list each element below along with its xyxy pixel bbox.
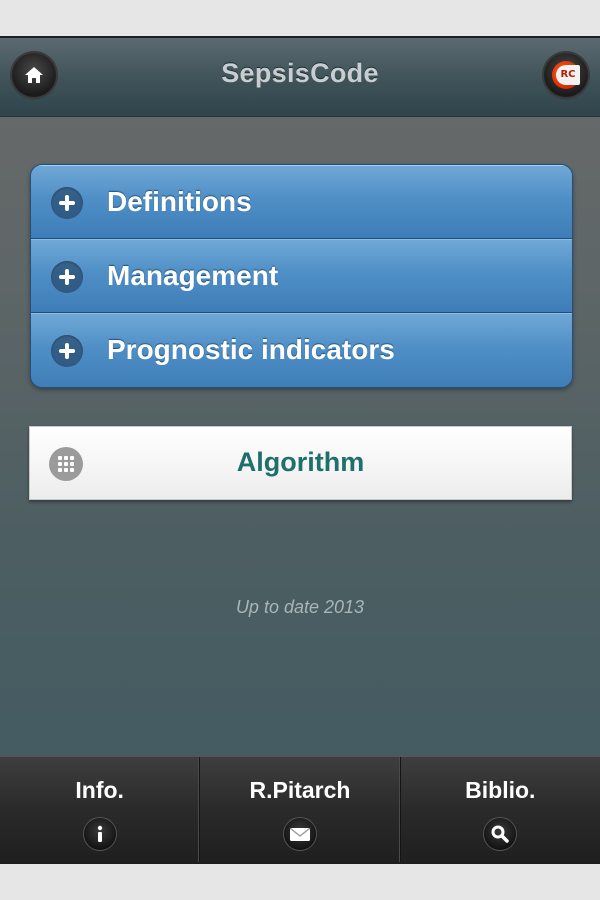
accordion-item-label: Prognostic indicators [107, 334, 395, 365]
topics-accordion: Definitions Management Prognostic indica… [30, 164, 573, 388]
bottom-edge [0, 862, 600, 864]
tab-label: Info. [75, 777, 124, 803]
plus-icon [51, 187, 83, 219]
accordion-item-label: Management [107, 260, 279, 291]
search-icon [484, 818, 517, 850]
tab-biblio[interactable]: Biblio. [401, 757, 600, 862]
accordion-item-management[interactable]: Management [31, 239, 572, 313]
rc-logo-button[interactable]: RC [544, 53, 588, 97]
accordion-item-label: Definitions [107, 186, 252, 217]
algorithm-label: Algorithm [236, 447, 365, 477]
tab-rpitarch[interactable]: R.Pitarch [200, 757, 401, 862]
app-screen: SepsisCode RC Definitions Management Pro… [0, 38, 600, 862]
page-title: SepsisCode [221, 58, 379, 88]
mail-icon [283, 818, 316, 850]
tab-label: R.Pitarch [249, 777, 351, 803]
rc-logo-text: RC [556, 65, 580, 85]
accordion-item-definitions[interactable]: Definitions [31, 165, 572, 239]
info-icon [83, 818, 116, 850]
plus-icon [51, 261, 83, 293]
footer-tabbar: Info. R.Pitarch Biblio. [0, 756, 600, 862]
algorithm-button[interactable]: Algorithm [29, 426, 572, 500]
header-bar: SepsisCode RC [0, 38, 600, 117]
tab-label: Biblio. [465, 777, 536, 803]
plus-icon [51, 335, 83, 367]
tab-info[interactable]: Info. [0, 757, 201, 862]
update-note: Up to date 2013 [235, 597, 365, 617]
accordion-item-prognostic-indicators[interactable]: Prognostic indicators [31, 313, 572, 387]
